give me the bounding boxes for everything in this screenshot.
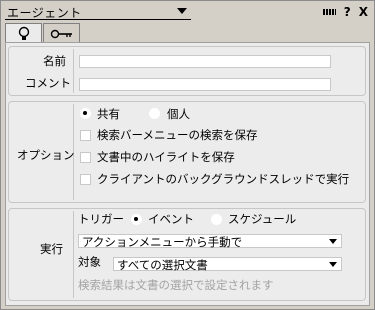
checkbox-save-searchbar[interactable] xyxy=(80,130,91,141)
properties-panel: 名前 コメント オプション 共有 個人 検索バーメニューの検索を保存 文書中のハ… xyxy=(5,42,370,306)
name-input[interactable] xyxy=(79,55,331,68)
trigger-label: トリガー xyxy=(78,212,124,226)
tab-basics[interactable] xyxy=(5,23,42,43)
target-label: 対象 xyxy=(78,255,101,269)
radio-shared-label: 共有 xyxy=(97,107,120,121)
search-hint-text: 検索結果は文書の選択で設定されます xyxy=(78,278,274,292)
radio-personal[interactable] xyxy=(149,108,160,119)
divider xyxy=(73,49,74,93)
name-label: 名前 xyxy=(43,54,66,68)
target-select-value: すべての選択文書 xyxy=(117,258,208,272)
general-group: 名前 コメント xyxy=(8,46,366,96)
lightbulb-icon xyxy=(18,26,30,40)
radio-shared[interactable] xyxy=(80,108,91,119)
run-group: 実行 トリガー イベント スケジュール アクションメニューから手動で 対象 すべ… xyxy=(8,208,366,301)
radio-event-label: イベント xyxy=(148,212,194,226)
radio-personal-label: 個人 xyxy=(167,107,190,121)
comment-input[interactable] xyxy=(79,78,331,91)
radio-event[interactable] xyxy=(131,214,142,225)
chevron-down-icon xyxy=(329,262,337,267)
key-icon xyxy=(50,29,72,39)
trigger-select[interactable]: アクションメニューから手動で xyxy=(78,234,342,249)
checkbox-background-thread-label: クライアントのバックグラウンドスレッドで実行 xyxy=(97,172,350,186)
grip-icon[interactable] xyxy=(322,9,336,15)
checkbox-save-highlight[interactable] xyxy=(80,152,91,163)
trigger-select-value: アクションメニューから手動で xyxy=(82,235,243,249)
title-dropdown[interactable]: エージェント xyxy=(5,4,191,20)
tab-security[interactable] xyxy=(43,23,80,42)
checkbox-save-highlight-label: 文書中のハイライトを保存 xyxy=(97,150,235,164)
radio-schedule-label: スケジュール xyxy=(228,212,297,226)
options-label: オプション xyxy=(17,148,75,162)
checkbox-save-searchbar-label: 検索バーメニューの検索を保存 xyxy=(97,128,258,142)
title-bar: エージェント ? X xyxy=(1,1,374,23)
checkbox-background-thread[interactable] xyxy=(80,174,91,185)
close-icon[interactable]: X xyxy=(359,5,368,19)
chevron-down-icon xyxy=(177,8,187,14)
help-icon[interactable]: ? xyxy=(344,5,351,19)
comment-label: コメント xyxy=(25,76,71,90)
chevron-down-icon xyxy=(329,239,337,244)
target-select[interactable]: すべての選択文書 xyxy=(113,257,342,272)
run-label: 実行 xyxy=(40,242,63,256)
agent-properties-window: エージェント ? X 名前 コメント オプション 共有 個人 検索バーメニューの… xyxy=(0,0,375,310)
options-group: オプション 共有 個人 検索バーメニューの検索を保存 文書中のハイライトを保存 … xyxy=(8,101,366,203)
radio-schedule[interactable] xyxy=(211,214,222,225)
divider xyxy=(73,211,74,298)
window-title: エージェント xyxy=(7,6,82,20)
